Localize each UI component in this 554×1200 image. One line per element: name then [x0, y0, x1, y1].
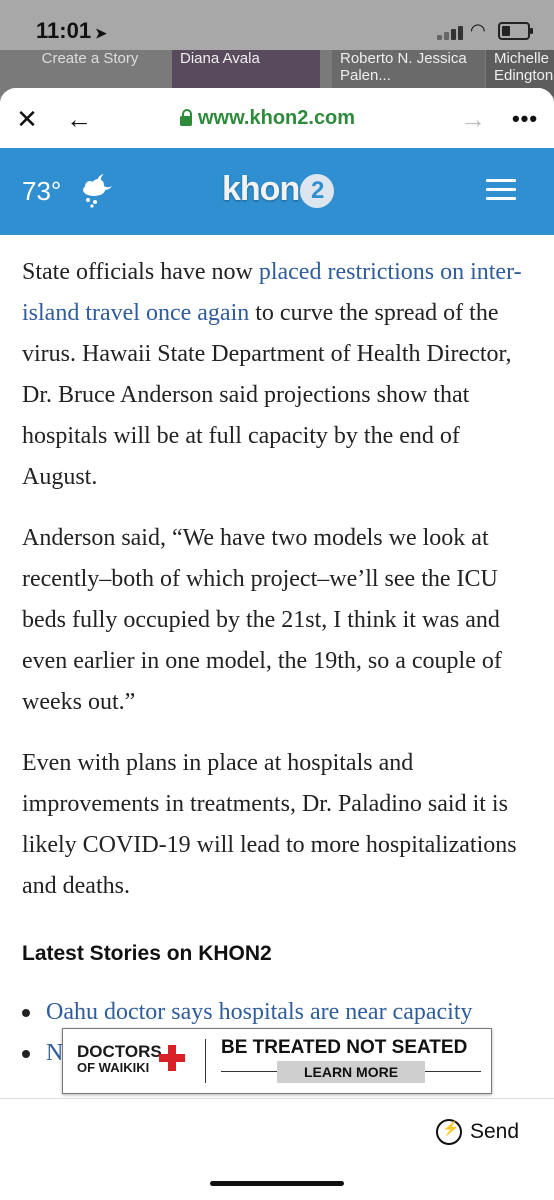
article-paragraph: Anderson said, “We have two models we lo… — [22, 525, 502, 715]
back-arrow-icon[interactable]: ← — [62, 102, 96, 136]
paragraph-text: to curve the spread of the virus. Hawaii… — [22, 300, 512, 490]
forward-arrow-icon[interactable]: → — [456, 102, 490, 136]
browser-toolbar: ✕ ← www.khon2.com → ••• — [0, 88, 554, 148]
logo-badge: 2 — [300, 174, 335, 208]
lock-icon — [180, 108, 192, 126]
cellular-signal-icon — [437, 24, 465, 40]
medical-cross-icon — [159, 1045, 185, 1071]
latest-story-link[interactable]: Oahu doctor says hospitals are near capa… — [46, 992, 473, 1033]
send-label: Send — [470, 1120, 520, 1143]
list-item: Oahu doctor says hospitals are near capa… — [22, 992, 534, 1033]
more-options-icon[interactable]: ••• — [508, 102, 542, 136]
time-text: 11:01 — [36, 18, 92, 43]
url-text: www.khon2.com — [198, 107, 356, 129]
status-time: 11:01 ➤ — [36, 18, 107, 44]
ad-brand-bottom: OF WAIKIKI — [77, 1060, 150, 1075]
ad-headline: BE TREATED NOT SEATED — [221, 1037, 468, 1058]
site-header: 73° khon 2 — [0, 148, 554, 235]
battery-icon — [498, 22, 533, 40]
close-icon[interactable]: ✕ — [10, 102, 44, 136]
bottom-bar: Send — [0, 1098, 554, 1200]
bullet-icon — [22, 1050, 30, 1058]
home-indicator[interactable] — [210, 1181, 344, 1186]
ad-brand: DOCTORS OF WAIKIKI — [77, 1042, 162, 1075]
ad-divider — [205, 1039, 206, 1083]
hamburger-menu-icon[interactable] — [486, 179, 516, 201]
khon2-logo[interactable]: khon 2 — [222, 170, 335, 209]
latest-story-link[interactable]: N — [46, 1033, 63, 1074]
article-body: State officials have now placed restrict… — [22, 252, 534, 1074]
wifi-icon: ◠ — [470, 20, 486, 40]
ad-brand-top: DOCTORS — [77, 1042, 162, 1061]
latest-stories-heading: Latest Stories on KHON2 — [22, 942, 272, 965]
partly-cloudy-rain-icon[interactable] — [78, 168, 118, 208]
article-paragraph: State officials have now placed restrict… — [22, 252, 534, 498]
learn-more-button[interactable]: LEARN MORE — [277, 1061, 425, 1083]
messenger-icon — [436, 1119, 462, 1145]
article-paragraph: Even with plans in place at hospitals an… — [22, 750, 517, 899]
logo-text: khon — [222, 170, 300, 208]
temperature[interactable]: 73° — [22, 176, 61, 207]
browser-sheet: ✕ ← www.khon2.com → ••• 73° khon 2 State … — [0, 88, 554, 1200]
ad-banner[interactable]: DOCTORS OF WAIKIKI BE TREATED NOT SEATED … — [62, 1028, 492, 1094]
location-arrow-icon: ➤ — [95, 25, 107, 41]
url-display[interactable]: www.khon2.com — [180, 107, 355, 130]
paragraph-text: State officials have now — [22, 259, 259, 285]
bullet-icon — [22, 1009, 30, 1017]
send-button[interactable]: Send — [436, 1119, 519, 1145]
